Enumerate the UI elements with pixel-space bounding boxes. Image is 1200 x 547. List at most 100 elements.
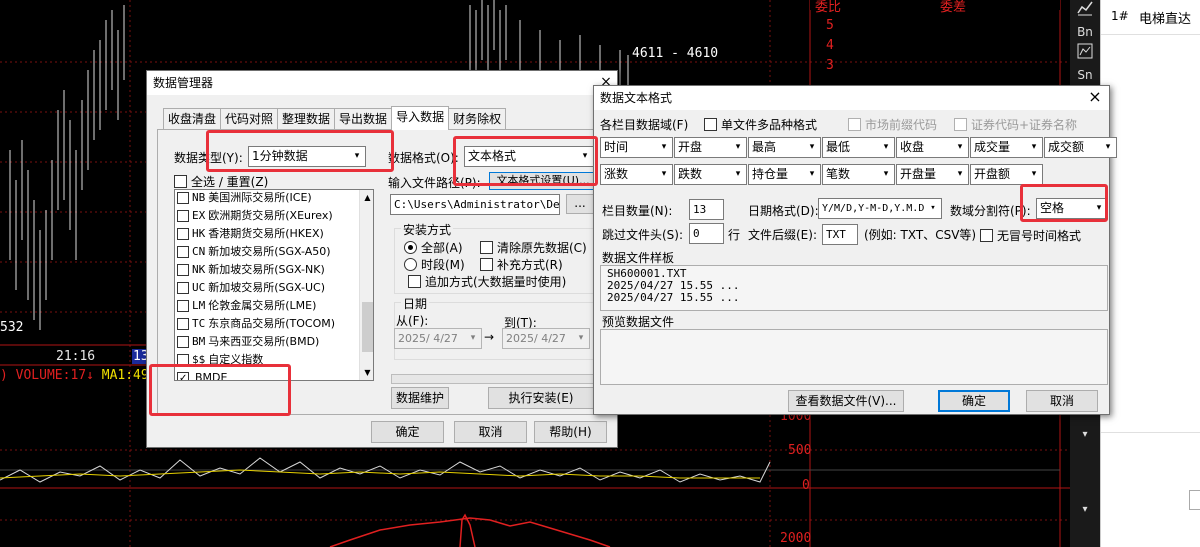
to-date-picker[interactable]: 2025/ 4/27 ▾ xyxy=(502,328,590,349)
cancel-button[interactable]: 取消 xyxy=(454,421,527,443)
right-axis-label: 5 xyxy=(826,18,834,33)
chevron-down-icon: ▾ xyxy=(661,169,667,179)
no-colon-checkbox[interactable]: 无冒号时间格式 xyxy=(980,227,1081,244)
field-select[interactable]: 最高 ▾ xyxy=(748,137,821,158)
browse-button[interactable]: ... xyxy=(566,194,594,214)
tab-import-data[interactable]: 导入数据 xyxy=(391,106,450,130)
field-select[interactable]: 涨数 ▾ xyxy=(600,164,673,185)
scrollbar-thumb[interactable] xyxy=(1189,490,1200,510)
chevron-down-icon: ▾ xyxy=(735,142,741,152)
list-item[interactable]: HK 香港期货交易所(HKEX) xyxy=(175,225,360,243)
checkbox-box[interactable] xyxy=(177,370,189,380)
append-checkbox[interactable]: 追加方式(大数据量时使用) xyxy=(408,273,566,290)
list-item[interactable]: UC 新加坡交易所(SGX-UC) xyxy=(175,279,360,297)
line-chart-icon[interactable] xyxy=(1073,0,1097,20)
list-item[interactable]: $$ 自定义指数 xyxy=(175,351,360,369)
scroll-down-icon[interactable]: ▼ xyxy=(360,365,373,380)
help-button[interactable]: 帮助(H) xyxy=(534,421,607,443)
separator-label: 数域分割符(P): xyxy=(950,204,1031,218)
elevator-row[interactable]: 1# 电梯直达 xyxy=(1101,0,1200,35)
install-all-radio[interactable]: 全部(A) xyxy=(404,239,463,256)
security-code-checkbox[interactable]: 证券代码+证券名称 xyxy=(954,116,1077,133)
chevron-down-icon: ▾ xyxy=(1031,142,1037,152)
data-format-select[interactable]: 文本格式 ▾ xyxy=(464,146,594,167)
toolbar-bn-button[interactable]: Bn xyxy=(1073,22,1097,42)
list-item[interactable]: LM 伦敦金属交易所(LME) xyxy=(175,297,360,315)
tab-export-data[interactable]: 导出数据 xyxy=(334,108,393,130)
field-select[interactable]: 时间 ▾ xyxy=(600,137,673,158)
chevron-down-icon[interactable]: ▾ xyxy=(1073,425,1097,445)
suffix-example-label: (例如: TXT、CSV等) xyxy=(864,228,977,242)
data-maintain-button[interactable]: 数据维护 xyxy=(391,387,449,409)
checkbox-box[interactable] xyxy=(177,318,189,330)
from-date-picker[interactable]: 2025/ 4/27 ▾ xyxy=(394,328,482,349)
scroll-up-icon[interactable]: ▲ xyxy=(360,190,373,205)
field-select[interactable]: 收盘 ▾ xyxy=(896,137,969,158)
preview-textarea[interactable] xyxy=(600,329,1108,385)
tab-financial-adjust[interactable]: 财务除权 xyxy=(448,108,507,130)
field-value: 开盘额 xyxy=(974,167,1011,181)
data-type-select[interactable]: 1分钟数据 ▾ xyxy=(248,146,366,167)
suffix-field[interactable]: TXT xyxy=(822,224,858,245)
column-count-field[interactable]: 13 xyxy=(689,199,724,220)
supplement-checkbox[interactable]: 补充方式(R) xyxy=(480,256,563,273)
field-select[interactable]: 跌数 ▾ xyxy=(674,164,747,185)
exchange-name: 新加坡交易所(SGX-UC) xyxy=(208,281,326,294)
chevron-down-icon: ▾ xyxy=(957,169,963,179)
date-format-select[interactable]: Y/M/D,Y-M-D,Y.M.D ▾ xyxy=(818,198,942,219)
toolbar-sn-button[interactable]: Sn xyxy=(1073,65,1097,85)
ok-button[interactable]: 确定 xyxy=(371,421,444,443)
install-period-radio[interactable]: 时段(M) xyxy=(404,256,465,273)
execute-install-button[interactable]: 执行安装(E) xyxy=(488,387,594,409)
list-item[interactable]: CN 新加坡交易所(SGX-A50) xyxy=(175,243,360,261)
input-path-field[interactable]: C:\Users\Administrator\Deskt xyxy=(390,194,560,215)
elevator-label: 电梯直达 xyxy=(1139,12,1192,27)
field-value: 开盘 xyxy=(678,140,703,154)
checkbox-box[interactable] xyxy=(177,354,189,366)
checkbox-box[interactable] xyxy=(177,300,189,312)
exchange-name: BMDE xyxy=(195,371,228,381)
format-settings-button[interactable]: 文本格式设置(U)... xyxy=(489,172,597,190)
scroll-thumb[interactable] xyxy=(362,302,373,352)
tab-close-clear[interactable]: 收盘清盘 xyxy=(163,108,222,130)
ok-button[interactable]: 确定 xyxy=(938,390,1010,412)
field-select[interactable]: 持仓量 ▾ xyxy=(748,164,821,185)
field-select[interactable]: 成交额 ▾ xyxy=(1044,137,1117,158)
list-scrollbar[interactable]: ▲ ▼ xyxy=(359,190,373,380)
checkbox-box[interactable] xyxy=(177,192,189,204)
field-select[interactable]: 笔数 ▾ xyxy=(822,164,895,185)
select-all-checkbox[interactable]: 全选 / 重置(Z) xyxy=(174,173,268,190)
field-select[interactable]: 开盘 ▾ xyxy=(674,137,747,158)
separator-select[interactable]: 空格 ▾ xyxy=(1036,198,1108,219)
field-select[interactable]: 成交量 ▾ xyxy=(970,137,1043,158)
list-item[interactable]: TC 东京商品交易所(TOCOM) xyxy=(175,315,360,333)
checkbox-box[interactable] xyxy=(177,210,189,222)
single-file-checkbox[interactable]: 单文件多品种格式 xyxy=(704,116,817,133)
skip-header-field[interactable]: 0 xyxy=(689,223,724,244)
chevron-down-icon: ▾ xyxy=(354,151,360,161)
checkbox-box[interactable] xyxy=(177,264,189,276)
cancel-button[interactable]: 取消 xyxy=(1026,390,1098,412)
field-select[interactable]: 最低 ▾ xyxy=(822,137,895,158)
tab-organize-data[interactable]: 整理数据 xyxy=(277,108,336,130)
list-item[interactable]: NK 新加坡交易所(SGX-NK) xyxy=(175,261,360,279)
market-prefix-checkbox[interactable]: 市场前缀代码 xyxy=(848,116,937,133)
list-item[interactable]: BM 马来西亚交易所(BMD) xyxy=(175,333,360,351)
list-item[interactable]: BMDE xyxy=(175,369,360,381)
field-select[interactable]: 开盘量 ▾ xyxy=(896,164,969,185)
checkbox-box[interactable] xyxy=(177,336,189,348)
clear-previous-checkbox[interactable]: 清除原先数据(C) xyxy=(480,239,587,256)
field-select[interactable]: 开盘额 ▾ xyxy=(970,164,1043,185)
chart-icon[interactable] xyxy=(1073,43,1097,63)
tab-code-mapping[interactable]: 代码对照 xyxy=(220,108,279,130)
checkbox-box[interactable] xyxy=(177,246,189,258)
checkbox-box[interactable] xyxy=(177,228,189,240)
sample-textarea[interactable]: SH600001.TXT 2025/04/27 15.55 ... 2025/04/… xyxy=(600,265,1108,311)
chevron-down-icon[interactable]: ▾ xyxy=(1073,500,1097,520)
checkbox-box[interactable] xyxy=(177,282,189,294)
view-data-file-button[interactable]: 查看数据文件(V)... xyxy=(788,390,904,412)
close-icon[interactable]: × xyxy=(1086,88,1104,106)
data-format-label: 数据格式(O): xyxy=(388,151,459,165)
list-item[interactable]: EX 欧洲期货交易所(XEurex) xyxy=(175,207,360,225)
list-item[interactable]: NB 美国洲际交易所(ICE) xyxy=(175,190,360,207)
